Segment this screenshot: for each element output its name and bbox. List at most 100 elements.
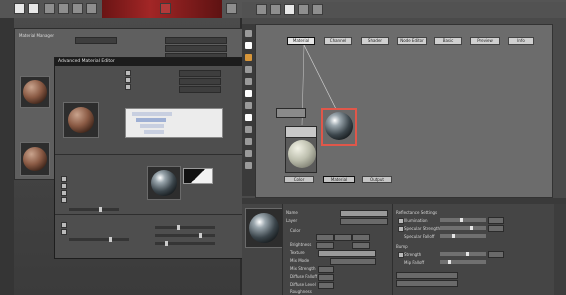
side-tool-icon[interactable] bbox=[245, 54, 252, 61]
option-checkbox[interactable] bbox=[125, 77, 131, 83]
attr-color-r[interactable] bbox=[316, 234, 334, 241]
attr-label-brightness: Brightness bbox=[290, 242, 312, 247]
attr-slider[interactable] bbox=[440, 252, 486, 256]
side-tool-icon[interactable] bbox=[245, 102, 252, 109]
tree-row[interactable] bbox=[132, 112, 172, 116]
option-checkbox[interactable] bbox=[61, 222, 67, 228]
tab-basic[interactable]: Basic bbox=[434, 37, 462, 45]
option-checkbox[interactable] bbox=[125, 70, 131, 76]
render-settings-icon[interactable] bbox=[160, 3, 171, 14]
side-tool-icon[interactable] bbox=[245, 42, 252, 49]
tab-node-editor[interactable]: Node Editor bbox=[397, 37, 427, 45]
dialog-slider[interactable] bbox=[69, 207, 119, 212]
dialog-field[interactable] bbox=[179, 70, 221, 77]
attr-diffuse-level-input[interactable] bbox=[318, 282, 334, 289]
node-noise[interactable] bbox=[285, 137, 317, 173]
node-tool-icon[interactable] bbox=[284, 4, 295, 15]
attr-slider-value[interactable] bbox=[488, 225, 504, 232]
attr-layer-input[interactable] bbox=[340, 218, 388, 225]
attr-brightness-input-2[interactable] bbox=[352, 242, 370, 249]
node-tool-icon[interactable] bbox=[312, 4, 323, 15]
attr-slider[interactable] bbox=[440, 260, 486, 264]
side-tool-icon[interactable] bbox=[245, 126, 252, 133]
new-icon[interactable] bbox=[14, 3, 25, 14]
attr-brightness-input[interactable] bbox=[316, 242, 334, 249]
mm-mode-field[interactable] bbox=[75, 37, 117, 44]
render-icon[interactable] bbox=[86, 3, 97, 14]
side-tool-icon[interactable] bbox=[245, 66, 252, 73]
attr-slider[interactable] bbox=[440, 218, 486, 222]
attr-color-b[interactable] bbox=[352, 234, 370, 241]
dialog-field[interactable] bbox=[179, 78, 221, 85]
attr-slider-value[interactable] bbox=[488, 217, 504, 224]
option-checkbox[interactable] bbox=[61, 176, 67, 182]
attr-right-label: Illumination bbox=[404, 218, 428, 223]
gradient-swatch[interactable] bbox=[183, 168, 213, 184]
tree-row[interactable] bbox=[144, 130, 164, 134]
attr-label-diffuse-level: Diffuse Level bbox=[290, 282, 316, 287]
advanced-material-dialog: Advanced Material Editor bbox=[54, 57, 248, 259]
node-tool-icon[interactable] bbox=[270, 4, 281, 15]
tab-info[interactable]: Info bbox=[508, 37, 534, 45]
attr-diffuse-falloff-input[interactable] bbox=[318, 274, 334, 281]
attr-extra-field[interactable] bbox=[396, 272, 458, 279]
material-icon[interactable] bbox=[226, 3, 237, 14]
attr-mix-mode-select[interactable] bbox=[330, 258, 376, 265]
dialog-slider[interactable] bbox=[155, 233, 215, 238]
side-tool-icon[interactable] bbox=[245, 30, 252, 37]
attr-label-layer: Layer bbox=[286, 218, 298, 223]
material-swatch-1[interactable] bbox=[20, 76, 50, 108]
dialog-slider[interactable] bbox=[155, 241, 215, 246]
redo-icon[interactable] bbox=[72, 3, 83, 14]
option-checkbox[interactable] bbox=[125, 84, 131, 90]
node-label-color[interactable]: Color bbox=[284, 176, 314, 183]
option-checkbox[interactable] bbox=[61, 197, 67, 203]
tab-shader[interactable]: Shader bbox=[361, 37, 389, 45]
tree-row[interactable] bbox=[140, 124, 164, 128]
dialog-slider[interactable] bbox=[155, 225, 215, 230]
attr-color-g[interactable] bbox=[334, 234, 352, 241]
attr-texture-input[interactable] bbox=[318, 250, 376, 257]
side-tool-icon[interactable] bbox=[245, 138, 252, 145]
node-tool-icon[interactable] bbox=[256, 4, 267, 15]
open-icon[interactable] bbox=[28, 3, 39, 14]
rust-material-preview-2 bbox=[23, 147, 47, 171]
side-tool-icon[interactable] bbox=[245, 90, 252, 97]
attr-slider-value[interactable] bbox=[488, 251, 504, 258]
node-label-material[interactable]: Material bbox=[323, 176, 355, 183]
attr-slider[interactable] bbox=[440, 234, 486, 238]
attr-extra-field[interactable] bbox=[396, 280, 458, 287]
undo-icon[interactable] bbox=[58, 3, 69, 14]
dialog-field[interactable] bbox=[179, 86, 221, 93]
attr-name-input[interactable] bbox=[340, 210, 388, 217]
save-icon[interactable] bbox=[44, 3, 55, 14]
channel-tree[interactable] bbox=[125, 108, 223, 138]
option-checkbox[interactable] bbox=[61, 183, 67, 189]
option-checkbox[interactable] bbox=[61, 190, 67, 196]
tab-channel[interactable]: Channel bbox=[324, 37, 352, 45]
dialog-material-preview bbox=[68, 107, 94, 133]
material-swatch-2[interactable] bbox=[20, 142, 50, 176]
node-label-output[interactable]: Output bbox=[362, 176, 392, 183]
option-checkbox[interactable] bbox=[61, 229, 67, 235]
dialog-slider[interactable] bbox=[69, 237, 129, 242]
tree-row[interactable] bbox=[136, 118, 166, 122]
dialog-divider bbox=[55, 154, 247, 155]
node-material-selected[interactable] bbox=[321, 108, 357, 146]
side-tool-icon[interactable] bbox=[245, 150, 252, 157]
node-tool-icon[interactable] bbox=[298, 4, 309, 15]
tab-preview[interactable]: Preview bbox=[470, 37, 500, 45]
tab-material[interactable]: Material bbox=[287, 37, 315, 45]
side-tool-icon[interactable] bbox=[245, 114, 252, 121]
mm-name-field[interactable] bbox=[165, 37, 227, 44]
attr-mix-strength-input[interactable] bbox=[318, 266, 334, 273]
side-tool-icon[interactable] bbox=[245, 162, 252, 169]
side-tool-icon[interactable] bbox=[245, 78, 252, 85]
attr-scrollbar[interactable] bbox=[554, 204, 566, 295]
attr-slider[interactable] bbox=[440, 226, 486, 230]
attr-right-label: Specular Falloff bbox=[404, 234, 435, 239]
attr-divider bbox=[282, 204, 283, 295]
mm-color-field[interactable] bbox=[165, 45, 227, 52]
dialog-divider bbox=[55, 214, 247, 215]
node-input-stub[interactable] bbox=[276, 108, 306, 118]
